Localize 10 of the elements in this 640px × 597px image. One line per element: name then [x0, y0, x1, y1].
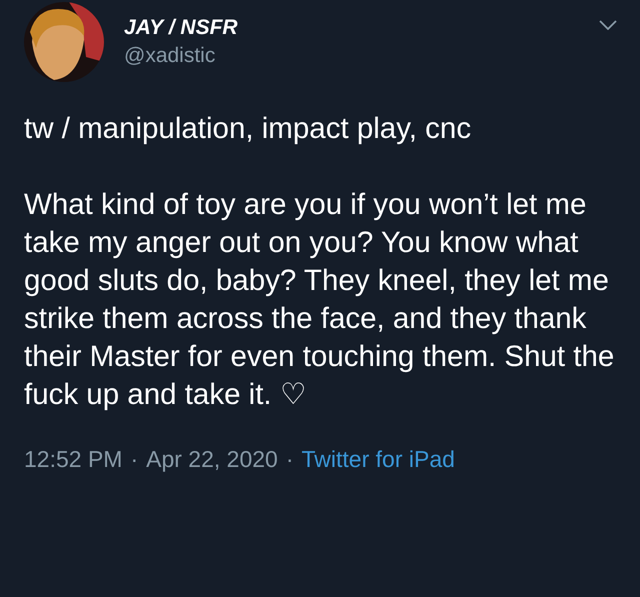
- tweet-date: Apr 22, 2020: [146, 446, 278, 473]
- user-handle: @xadistic: [124, 44, 216, 68]
- tweet-text: What kind of toy are you if you won’t let me take my anger out on you? You know what good sluts do, baby? They kneel, they let me strike them across the face, and they thank their Master for even touching them. Shut the fuck up and take it. ♡: [24, 187, 616, 413]
- source-link[interactable]: Twitter for iPad: [302, 446, 455, 473]
- tweet-time: 12:52 PM: [24, 446, 122, 473]
- separator-dot: ·: [130, 446, 138, 473]
- chevron-down-icon[interactable]: [599, 20, 617, 30]
- separator-dot: ·: [286, 446, 294, 473]
- display-name: JAY / NSFR: [124, 16, 238, 40]
- content-warning: tw / manipulation, impact play, cnc: [24, 111, 472, 147]
